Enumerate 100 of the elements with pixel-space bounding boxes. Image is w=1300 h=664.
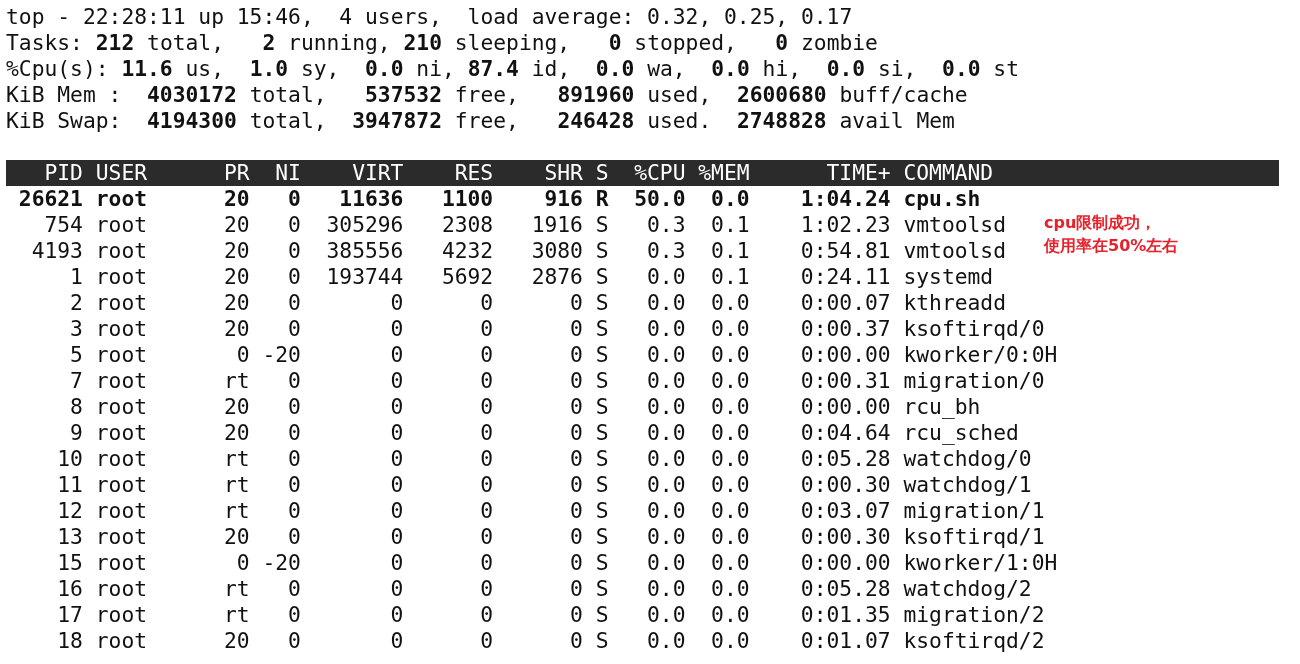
table-cell-text: root — [95, 342, 149, 368]
table-cell: vmtoolsd — [903, 212, 1006, 238]
table-cell-text: -20 — [261, 550, 301, 576]
table-cell-text: 0 — [287, 290, 301, 316]
table-cell-text: 0 — [569, 628, 583, 654]
table-cell-text: rt — [222, 602, 250, 628]
table-cell: rcu_sched — [903, 420, 1019, 446]
column-header: NI — [274, 160, 301, 186]
table-cell: migration/1 — [903, 498, 1045, 524]
table-cell-text: root — [95, 264, 149, 290]
table-cell-text: S — [594, 524, 609, 550]
summary-line: KiB Mem : 4030172 total, 537532 free, 891960 used, 2600680 buff/cache — [6, 82, 968, 108]
table-cell: ksoftirqd/2 — [903, 628, 1045, 654]
table-cell-text: 0:01.35 — [799, 602, 891, 628]
table-cell-text: 1 — [69, 264, 83, 290]
table-cell-text: root — [95, 602, 149, 628]
table-cell-text: 0.0 — [710, 628, 750, 654]
table-cell-text: 17 — [56, 602, 83, 628]
table-cell-text: 0:00.30 — [799, 472, 891, 498]
table-cell-text: 0 — [569, 316, 583, 342]
table-cell-text: 193744 — [325, 264, 404, 290]
table-cell-text: root — [95, 394, 149, 420]
table-cell-text: 0.0 — [710, 550, 750, 576]
table-cell-text: 20 — [222, 186, 250, 212]
table-cell-text: S — [594, 472, 609, 498]
table-cell-text: 0 — [569, 550, 583, 576]
table-cell: cpu.sh — [903, 186, 981, 212]
table-cell-text: 0 — [287, 524, 301, 550]
table-cell-text: 15 — [56, 550, 83, 576]
table-cell-text: 0:00.30 — [799, 524, 891, 550]
table-cell-text: 5 — [69, 342, 83, 368]
table-cell-text: 0:05.28 — [799, 446, 891, 472]
table-cell-text: S — [594, 368, 609, 394]
table-cell-text: rt — [222, 472, 250, 498]
table-cell-text: 0 — [287, 368, 301, 394]
table-cell-text: 0 — [287, 420, 301, 446]
table-cell-text: rt — [222, 576, 250, 602]
column-header: SHR — [543, 160, 583, 186]
table-cell-text: 0.0 — [646, 342, 686, 368]
table-cell-text: 0 — [287, 394, 301, 420]
table-cell-text: 305296 — [325, 212, 404, 238]
table-cell-text: S — [594, 238, 609, 264]
table-cell-text: 0 — [479, 576, 494, 602]
table-cell-text: 9 — [69, 420, 83, 446]
table-cell-text: 0 — [479, 290, 494, 316]
table-cell-text: 0 — [287, 238, 301, 264]
table-cell-text: 0.0 — [646, 264, 686, 290]
table-cell-text: 0.0 — [646, 472, 686, 498]
table-cell-text: 0 — [235, 550, 250, 576]
table-cell: rcu_bh — [903, 394, 981, 420]
table-cell-text: 8 — [69, 394, 83, 420]
table-cell-text: 12 — [56, 498, 83, 524]
table-cell-text: root — [95, 238, 149, 264]
table-cell-text: 0.0 — [710, 186, 750, 212]
table-cell-text: 0.0 — [710, 576, 750, 602]
table-cell-text: 0.0 — [646, 602, 686, 628]
table-cell-text: 16 — [56, 576, 83, 602]
table-cell-text: S — [594, 342, 609, 368]
table-cell-text: 0 — [287, 264, 301, 290]
table-cell-text: root — [95, 420, 149, 446]
table-cell-text: 0:05.28 — [799, 576, 891, 602]
table-cell-text: 385556 — [325, 238, 404, 264]
table-cell-text: 0 — [287, 212, 301, 238]
table-cell-text: 0 — [389, 368, 404, 394]
table-cell-text: 0.0 — [710, 342, 750, 368]
table-cell-text: 0.0 — [710, 472, 750, 498]
table-cell-text: rt — [222, 446, 250, 472]
table-cell-text: 0 — [389, 394, 404, 420]
table-cell-text: root — [95, 368, 149, 394]
table-cell-text: 0 — [479, 316, 494, 342]
table-cell-text: 50.0 — [633, 186, 686, 212]
table-cell-text: 0 — [287, 602, 301, 628]
table-cell-text: S — [594, 394, 609, 420]
table-cell-text: 0 — [479, 394, 494, 420]
table-cell-text: root — [95, 316, 149, 342]
table-cell-text: 0 — [287, 472, 301, 498]
table-cell-text: 5692 — [440, 264, 494, 290]
table-cell-text: 1100 — [440, 186, 494, 212]
table-cell-text: 0 — [569, 472, 583, 498]
table-cell-text: 20 — [222, 394, 250, 420]
table-cell-text: 0.3 — [646, 238, 686, 264]
summary-line: top - 22:28:11 up 15:46, 4 users, load average: 0.32, 0.25, 0.17 — [6, 4, 853, 30]
table-cell-text: 0 — [235, 342, 250, 368]
table-cell-text: 0.0 — [710, 290, 750, 316]
table-cell-text: 0 — [389, 316, 404, 342]
table-cell: ksoftirqd/1 — [903, 524, 1045, 550]
table-cell-text: S — [594, 550, 609, 576]
table-cell: kworker/0:0H — [903, 342, 1058, 368]
table-cell-text: 0 — [569, 420, 583, 446]
table-cell-text: 0 — [389, 290, 404, 316]
table-cell-text: 0.0 — [646, 550, 686, 576]
column-header: PID — [43, 160, 83, 186]
table-cell-text: 20 — [222, 524, 250, 550]
table-cell-text: 0:04.64 — [799, 420, 891, 446]
column-header: USER — [95, 160, 149, 186]
table-cell-text: 10 — [56, 446, 83, 472]
table-cell-text: S — [594, 420, 609, 446]
table-cell-text: 0.0 — [710, 394, 750, 420]
table-cell-text: 0:54.81 — [799, 238, 891, 264]
table-cell-text: 0 — [479, 368, 494, 394]
